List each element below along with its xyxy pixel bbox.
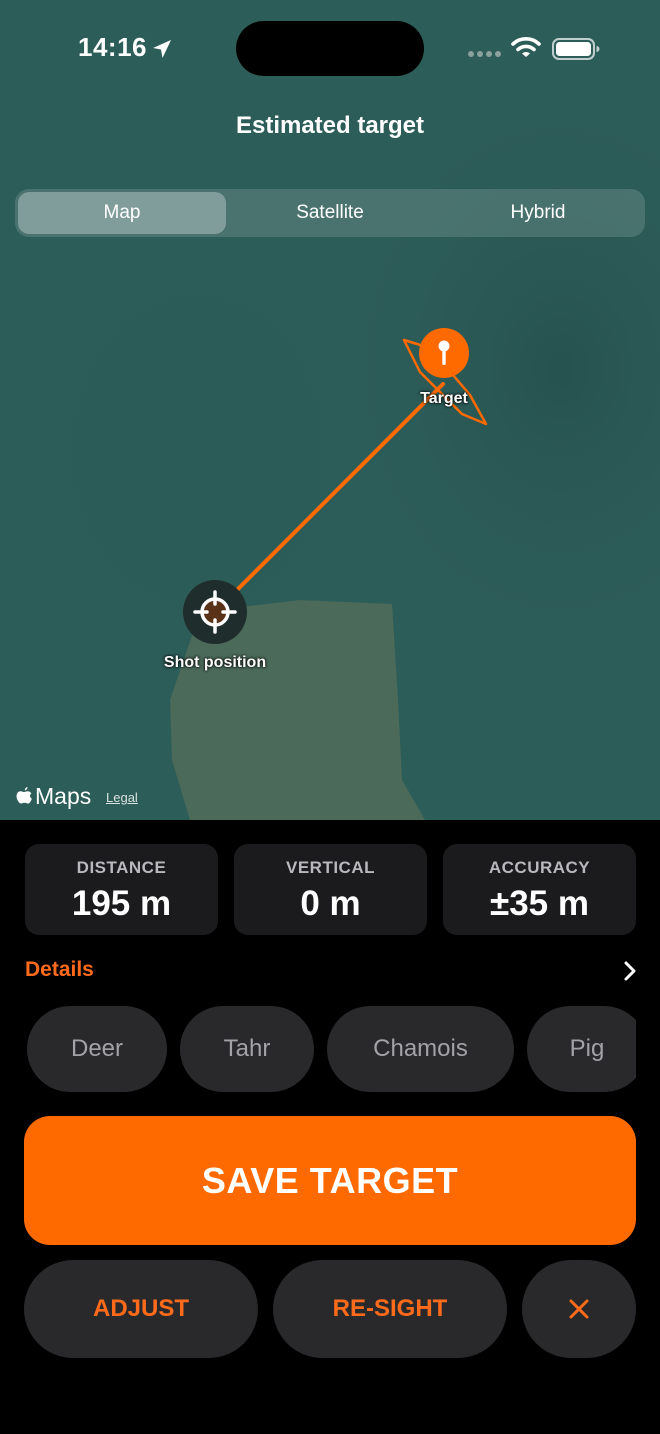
bottom-panel: DISTANCE 195 m VERTICAL 0 m ACCURACY ±35…: [0, 820, 660, 1434]
vertical-card: VERTICAL 0 m: [234, 844, 427, 935]
target-pin-icon: [419, 328, 469, 378]
adjust-button[interactable]: ADJUST: [24, 1260, 258, 1358]
map-view[interactable]: 14:16 Estimated target Map Satellite Hyb…: [0, 0, 660, 820]
species-chip-chamois[interactable]: Chamois: [327, 1006, 514, 1092]
chevron-right-icon: [624, 961, 636, 981]
details-label: Details: [25, 958, 94, 981]
save-target-button[interactable]: SAVE TARGET: [24, 1116, 636, 1245]
shot-position-label: Shot position: [163, 654, 267, 671]
details-row[interactable]: Details: [25, 958, 637, 986]
crosshair-icon: [183, 580, 247, 644]
species-chip-tahr[interactable]: Tahr: [180, 1006, 314, 1092]
resight-button[interactable]: RE-SIGHT: [273, 1260, 507, 1358]
accuracy-label: ACCURACY: [488, 858, 591, 877]
accuracy-value: ±35 m: [490, 884, 589, 923]
apple-icon: [16, 786, 32, 804]
maps-attribution: Maps: [15, 783, 91, 810]
maps-attribution-text: Maps: [35, 783, 92, 809]
species-chip-deer[interactable]: Deer: [27, 1006, 167, 1092]
target-label: Target: [420, 390, 468, 407]
vertical-label: VERTICAL: [286, 858, 375, 877]
distance-value: 195 m: [71, 884, 172, 923]
vertical-value: 0 m: [300, 884, 361, 923]
close-icon: [569, 1299, 589, 1319]
distance-label: DISTANCE: [76, 858, 167, 877]
distance-card: DISTANCE 195 m: [25, 844, 218, 935]
species-chip-list[interactable]: Deer Tahr Chamois Pig: [27, 1006, 636, 1092]
accuracy-card: ACCURACY ±35 m: [443, 844, 636, 935]
legal-link[interactable]: Legal: [106, 790, 138, 805]
map-annotations: [183, 328, 488, 644]
trajectory-line: [213, 382, 445, 614]
cancel-button[interactable]: [522, 1260, 636, 1358]
species-chip-pig[interactable]: Pig: [527, 1006, 636, 1092]
